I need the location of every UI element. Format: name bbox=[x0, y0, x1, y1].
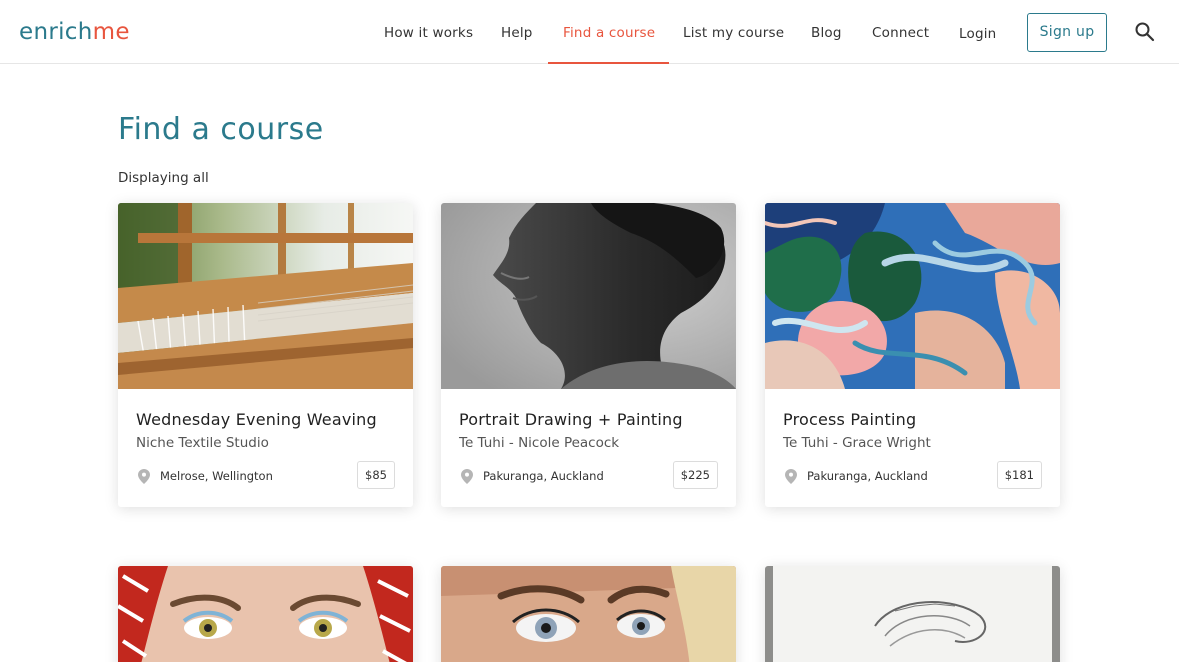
course-location: Pakuranga, Auckland bbox=[483, 469, 604, 483]
price-badge: $85 bbox=[357, 461, 395, 489]
page-title: Find a course bbox=[118, 112, 324, 147]
painted-eyes-portrait-image bbox=[441, 566, 736, 662]
active-nav-indicator bbox=[548, 62, 669, 64]
filter-status: Displaying all bbox=[118, 170, 209, 186]
course-card[interactable] bbox=[118, 566, 413, 662]
sign-up-button[interactable]: Sign up bbox=[1027, 13, 1107, 52]
nav-blog[interactable]: Blog bbox=[811, 25, 842, 41]
abstract-painting-image bbox=[765, 203, 1060, 389]
price-badge: $225 bbox=[672, 461, 718, 489]
nav-login[interactable]: Login bbox=[959, 26, 996, 42]
course-provider: Te Tuhi - Grace Wright bbox=[783, 435, 931, 451]
location-pin-icon bbox=[138, 469, 150, 484]
course-card[interactable] bbox=[765, 566, 1060, 662]
site-header: enrichme How it works Help Find a course… bbox=[0, 0, 1179, 64]
location-pin-icon bbox=[461, 469, 473, 484]
course-location: Melrose, Wellington bbox=[160, 469, 273, 483]
course-title[interactable]: Wednesday Evening Weaving bbox=[136, 410, 377, 429]
course-location: Pakuranga, Auckland bbox=[807, 469, 928, 483]
course-card[interactable] bbox=[441, 566, 736, 662]
nav-list-my-course[interactable]: List my course bbox=[683, 25, 784, 41]
charcoal-portrait-image bbox=[441, 203, 736, 389]
location-pin-icon bbox=[785, 469, 797, 484]
nav-help[interactable]: Help bbox=[501, 25, 533, 41]
nav-how-it-works[interactable]: How it works bbox=[384, 25, 473, 41]
course-title[interactable]: Portrait Drawing + Painting bbox=[459, 410, 683, 429]
course-card[interactable]: Portrait Drawing + Painting Te Tuhi - Ni… bbox=[441, 203, 736, 507]
search-icon[interactable] bbox=[1134, 21, 1156, 43]
course-card[interactable]: Process Painting Te Tuhi - Grace Wright … bbox=[765, 203, 1060, 507]
price-badge: $181 bbox=[996, 461, 1042, 489]
course-provider: Te Tuhi - Nicole Peacock bbox=[459, 435, 620, 451]
pencil-sketch-image bbox=[765, 566, 1060, 662]
nav-connect[interactable]: Connect bbox=[872, 25, 929, 41]
logo[interactable]: enrichme bbox=[19, 19, 130, 45]
painted-eyes-headscarf-image bbox=[118, 566, 413, 662]
course-card[interactable]: Wednesday Evening Weaving Niche Textile … bbox=[118, 203, 413, 507]
nav-find-a-course[interactable]: Find a course bbox=[563, 25, 655, 41]
weaving-loom-image bbox=[118, 203, 413, 389]
course-title[interactable]: Process Painting bbox=[783, 410, 916, 429]
course-provider: Niche Textile Studio bbox=[136, 435, 269, 451]
